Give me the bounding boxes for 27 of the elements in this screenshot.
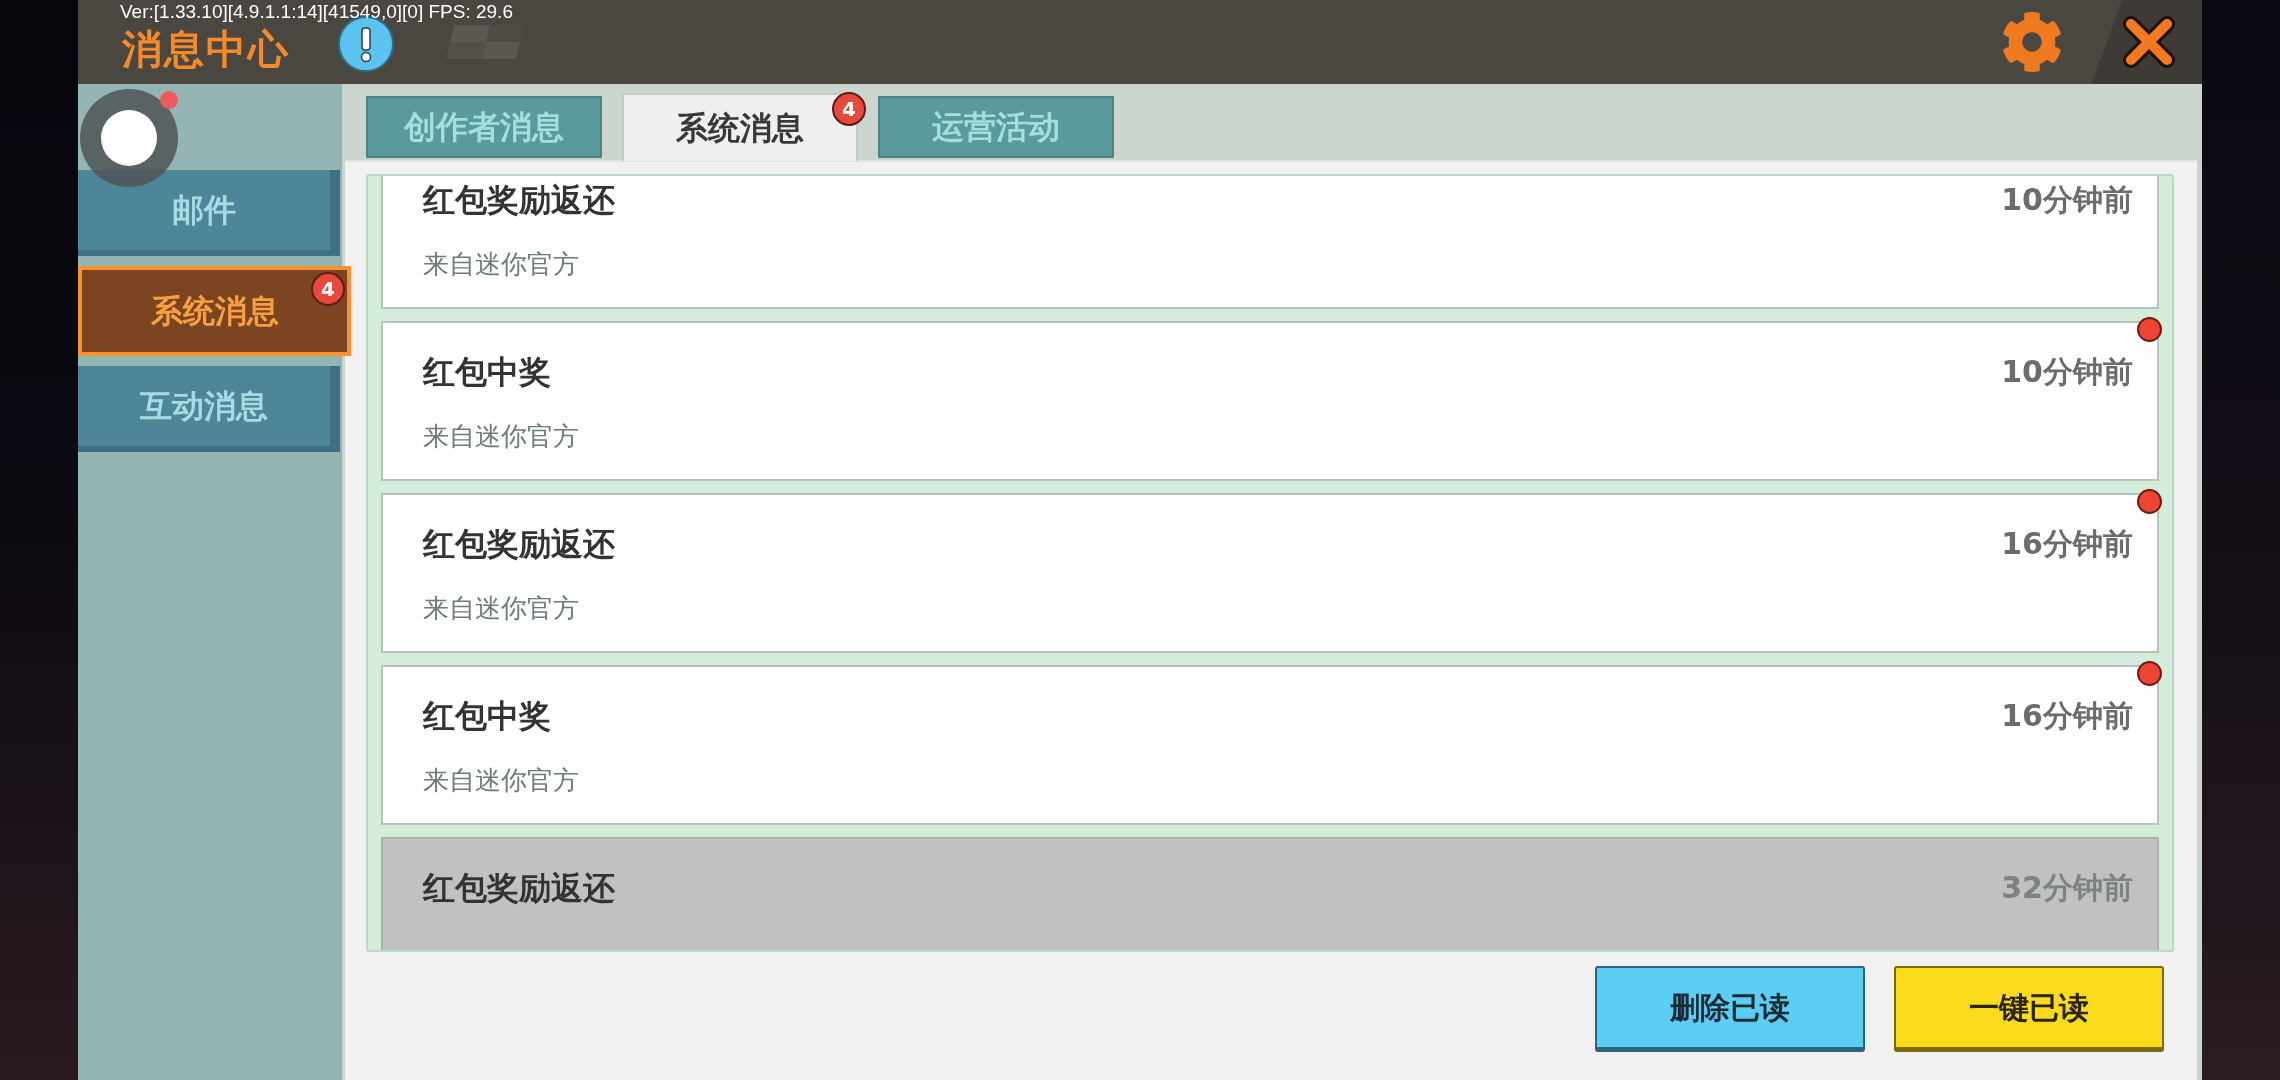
message-title: 红包奖励返还 <box>423 869 615 907</box>
sidebar-item[interactable]: 系统消息 4 <box>78 266 351 356</box>
unread-count-badge: 4 <box>311 272 345 306</box>
delete-read-button[interactable]: 删除已读 <box>1595 966 1865 1052</box>
close-button[interactable] <box>2092 0 2202 84</box>
message-time: 32分钟前 <box>2001 869 2133 907</box>
message-sender: 来自迷你官方 <box>423 248 579 280</box>
message-title: 红包奖励返还 <box>423 525 615 563</box>
message-sender: 来自迷你官方 <box>423 420 579 452</box>
mark-all-read-button[interactable]: 一键已读 <box>1894 966 2164 1052</box>
message-title: 红包中奖 <box>423 697 551 735</box>
message-time: 16分钟前 <box>2001 697 2133 735</box>
message-card[interactable]: 红包奖励返还 32分钟前 <box>381 837 2159 950</box>
unread-count-badge: 4 <box>832 92 866 126</box>
message-card[interactable]: 红包奖励返还 10分钟前 来自迷你官方 <box>381 176 2159 309</box>
message-time: 10分钟前 <box>2001 353 2133 391</box>
message-sender: 来自迷你官方 <box>423 764 579 796</box>
message-time: 16分钟前 <box>2001 525 2133 563</box>
message-time: 10分钟前 <box>2001 181 2133 219</box>
settings-button[interactable] <box>2000 10 2064 74</box>
message-title: 红包中奖 <box>423 353 551 391</box>
window-title: 消息中心 <box>122 27 290 71</box>
version-debug-text: Ver:[1.33.10][4.9.1.1:14][41549,0][0] FPS: 29.6 <box>120 1 513 22</box>
close-icon <box>2122 15 2176 69</box>
message-title: 红包奖励返还 <box>423 181 615 219</box>
message-sender: 来自迷你官方 <box>423 592 579 624</box>
settings-icon <box>2001 11 2063 73</box>
